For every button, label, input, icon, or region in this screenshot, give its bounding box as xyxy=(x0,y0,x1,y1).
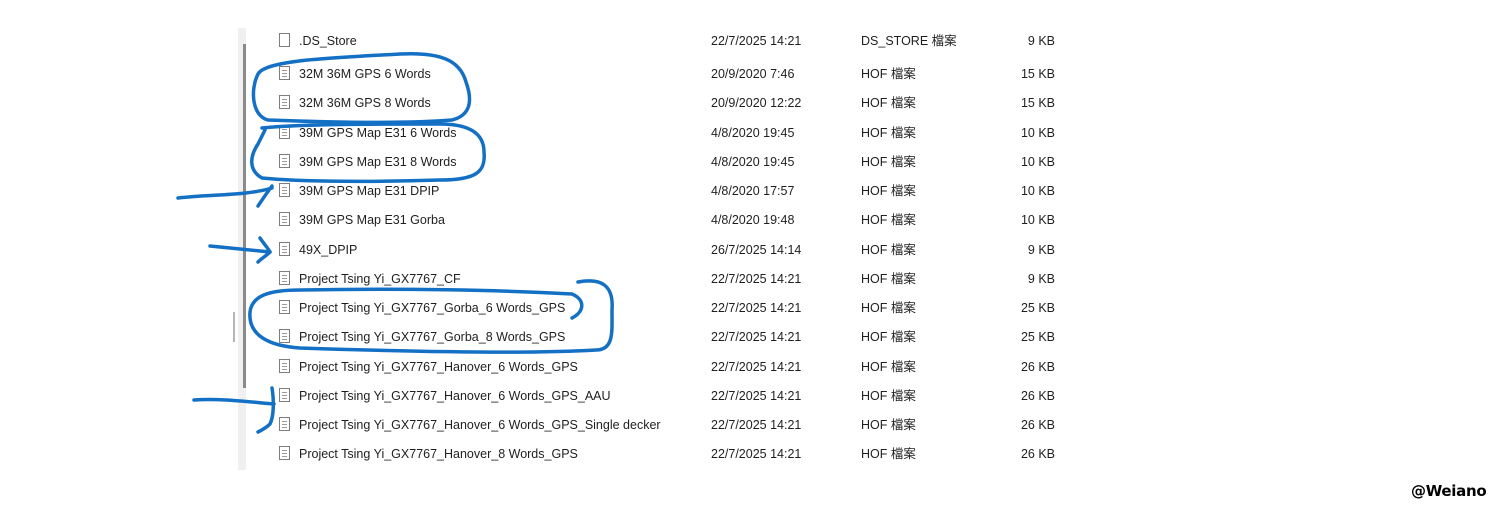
text-file-icon xyxy=(279,124,290,139)
file-type: HOF 檔案 xyxy=(861,67,916,81)
file-date-modified: 22/7/2025 14:21 xyxy=(711,388,802,403)
file-row[interactable]: .DS_Store 22/7/2025 14:21 DS_STORE 檔案 9 … xyxy=(260,33,1080,60)
file-name: 32M 36M GPS 6 Words xyxy=(299,67,431,81)
file-size: 25 KB xyxy=(1020,301,1055,315)
file-name: 49X_DPIP xyxy=(299,242,358,257)
file-date-modified: 22/7/2025 14:21 xyxy=(711,271,802,286)
file-date-modified: 22/7/2025 14:21 xyxy=(711,447,802,462)
text-file-icon xyxy=(279,183,290,197)
file-row[interactable]: 39M GPS Map E31 6 Words 4/8/2020 19:45 H… xyxy=(260,119,1080,148)
file-name: Project Tsing Yi_GX7767_Hanover_6 Words_… xyxy=(299,388,611,403)
file-row[interactable]: 39M GPS Map E31 Gorba 4/8/2020 19:48 HOF… xyxy=(260,206,1080,235)
text-file-icon xyxy=(279,329,290,344)
file-size: 26 KB xyxy=(1020,359,1055,374)
file-type: HOF 檔案 xyxy=(861,418,916,432)
text-file-icon xyxy=(279,417,290,431)
file-name: 39M GPS Map E31 Gorba xyxy=(299,213,445,228)
file-type: HOF 檔案 xyxy=(861,330,916,345)
file-name: 39M GPS Map E31 DPIP xyxy=(299,184,440,198)
file-name: Project Tsing Yi_GX7767_Gorba_8 Words_GP… xyxy=(299,330,566,345)
file-type: HOF 檔案 xyxy=(861,125,916,140)
file-size: 10 KB xyxy=(1020,154,1055,169)
file-row[interactable]: Project Tsing Yi_GX7767_Gorba_8 Words_GP… xyxy=(260,323,1080,352)
file-name: Project Tsing Yi_GX7767_Hanover_6 Words_… xyxy=(299,418,661,432)
file-name: .DS_Store xyxy=(299,34,357,48)
file-row[interactable]: 49X_DPIP 26/7/2025 14:14 HOF 檔案 9 KB xyxy=(260,236,1080,265)
file-row[interactable]: Project Tsing Yi_GX7767_Hanover_8 Words_… xyxy=(260,440,1080,469)
file-name: 39M GPS Map E31 6 Words xyxy=(299,125,457,140)
file-type: HOF 檔案 xyxy=(861,154,916,169)
text-file-icon xyxy=(279,358,290,373)
file-size: 10 KB xyxy=(1020,213,1055,228)
file-type: HOF 檔案 xyxy=(861,301,916,315)
file-type: HOF 檔案 xyxy=(861,388,916,403)
file-row[interactable]: 39M GPS Map E31 8 Words 4/8/2020 19:45 H… xyxy=(260,148,1080,177)
file-date-modified: 20/9/2020 12:22 xyxy=(711,96,802,111)
file-row[interactable]: Project Tsing Yi_GX7767_Hanover_6 Words_… xyxy=(260,411,1080,440)
pane-splitter-handle[interactable] xyxy=(233,312,235,342)
file-date-modified: 22/7/2025 14:21 xyxy=(711,359,802,374)
scrollbar-thumb[interactable] xyxy=(243,44,246,388)
text-file-icon xyxy=(279,387,290,402)
file-row[interactable]: Project Tsing Yi_GX7767_Hanover_6 Words_… xyxy=(260,353,1080,382)
file-size: 9 KB xyxy=(1027,34,1055,48)
file-list: .DS_Store 22/7/2025 14:21 DS_STORE 檔案 9 … xyxy=(260,33,1080,470)
file-row[interactable]: Project Tsing Yi_GX7767_Gorba_6 Words_GP… xyxy=(260,294,1080,323)
text-file-icon xyxy=(279,446,290,461)
text-file-icon xyxy=(279,212,290,227)
file-type: HOF 檔案 xyxy=(861,184,916,198)
file-type: HOF 檔案 xyxy=(861,447,916,462)
file-row[interactable]: 32M 36M GPS 8 Words 20/9/2020 12:22 HOF … xyxy=(260,89,1080,118)
file-date-modified: 4/8/2020 19:45 xyxy=(711,125,795,140)
file-date-modified: 4/8/2020 19:48 xyxy=(711,213,795,228)
file-type: DS_STORE 檔案 xyxy=(861,34,957,48)
text-file-icon xyxy=(279,153,290,168)
text-file-icon xyxy=(279,241,290,256)
file-name: 32M 36M GPS 8 Words xyxy=(299,96,431,111)
file-size: 15 KB xyxy=(1020,67,1055,81)
file-date-modified: 26/7/2025 14:14 xyxy=(711,242,802,257)
file-row[interactable]: 32M 36M GPS 6 Words 20/9/2020 7:46 HOF 檔… xyxy=(260,60,1080,89)
text-file-icon xyxy=(279,270,290,285)
file-size: 26 KB xyxy=(1020,447,1055,462)
text-file-icon xyxy=(279,300,290,314)
file-size: 9 KB xyxy=(1027,242,1055,257)
file-size: 15 KB xyxy=(1020,96,1055,111)
file-size: 26 KB xyxy=(1020,388,1055,403)
file-type: HOF 檔案 xyxy=(861,96,916,111)
file-row[interactable]: Project Tsing Yi_GX7767_CF 22/7/2025 14:… xyxy=(260,265,1080,294)
file-date-modified: 22/7/2025 14:21 xyxy=(711,34,802,48)
file-size: 10 KB xyxy=(1020,125,1055,140)
file-name: Project Tsing Yi_GX7767_Gorba_6 Words_GP… xyxy=(299,301,566,315)
file-name: Project Tsing Yi_GX7767_Hanover_6 Words_… xyxy=(299,359,578,374)
file-row[interactable]: 39M GPS Map E31 DPIP 4/8/2020 17:57 HOF … xyxy=(260,177,1080,206)
text-file-icon xyxy=(279,66,290,80)
file-date-modified: 4/8/2020 17:57 xyxy=(711,184,795,198)
file-row[interactable]: Project Tsing Yi_GX7767_Hanover_6 Words_… xyxy=(260,382,1080,411)
file-type: HOF 檔案 xyxy=(861,271,916,286)
file-size: 9 KB xyxy=(1027,271,1055,286)
file-name: Project Tsing Yi_GX7767_CF xyxy=(299,271,461,286)
screenshot-stage: .DS_Store 22/7/2025 14:21 DS_STORE 檔案 9 … xyxy=(0,0,1500,514)
text-file-icon xyxy=(279,95,290,110)
file-date-modified: 4/8/2020 19:45 xyxy=(711,154,795,169)
file-name: 39M GPS Map E31 8 Words xyxy=(299,154,457,169)
file-date-modified: 22/7/2025 14:21 xyxy=(711,301,802,315)
file-type: HOF 檔案 xyxy=(861,359,916,374)
blank-file-icon xyxy=(279,33,290,47)
watermark: @Weiano xyxy=(1411,482,1487,500)
file-size: 10 KB xyxy=(1020,184,1055,198)
file-date-modified: 20/9/2020 7:46 xyxy=(711,67,795,81)
file-date-modified: 22/7/2025 14:21 xyxy=(711,330,802,345)
file-type: HOF 檔案 xyxy=(861,242,916,257)
file-type: HOF 檔案 xyxy=(861,213,916,228)
file-size: 25 KB xyxy=(1020,330,1055,345)
file-date-modified: 22/7/2025 14:21 xyxy=(711,418,802,432)
file-size: 26 KB xyxy=(1020,418,1055,432)
file-name: Project Tsing Yi_GX7767_Hanover_8 Words_… xyxy=(299,447,578,462)
